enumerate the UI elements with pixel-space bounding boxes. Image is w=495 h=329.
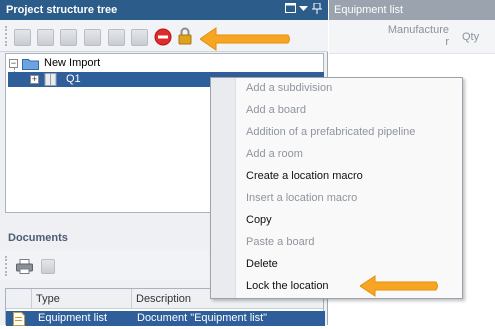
toolbar-grip	[5, 26, 7, 46]
menu-item-paste-board[interactable]: Paste a board	[237, 232, 462, 254]
paste-icon[interactable]	[131, 29, 148, 46]
pin-icon[interactable]	[312, 2, 322, 18]
context-menu: Add a subdivision Add a board Addition o…	[210, 77, 463, 299]
restore-icon[interactable]	[285, 3, 296, 17]
equipment-panel-title: Equipment list	[334, 4, 404, 16]
toolbar-grip	[5, 256, 7, 276]
column-header-qty[interactable]: Qty	[462, 31, 479, 43]
add-node-icon[interactable]	[14, 29, 31, 46]
dropdown-icon[interactable]	[299, 3, 308, 17]
add-sibling-icon[interactable]	[60, 29, 77, 46]
equipment-column-headers: Manufacture r Qty	[329, 20, 495, 54]
copy-icon[interactable]	[108, 29, 125, 46]
table-row[interactable]: Equipment list Document "Equipment list"	[6, 311, 325, 326]
arrow-annotation-menu	[359, 274, 440, 298]
cell-type: Equipment list	[38, 312, 108, 324]
collapse-icon[interactable]: −	[9, 59, 18, 68]
menu-item-insert-location-macro[interactable]: Insert a location macro	[237, 188, 462, 210]
tree-node-new-import[interactable]: − New Import	[8, 56, 308, 71]
menu-item-copy[interactable]: Copy	[237, 210, 462, 232]
menu-item-add-room[interactable]: Add a room	[237, 144, 462, 166]
menu-item-delete[interactable]: Delete	[237, 254, 462, 276]
column-header-manufacturer[interactable]: Manufacture r	[375, 24, 449, 48]
column-header-type[interactable]: Type	[32, 289, 132, 309]
lock-icon[interactable]	[178, 27, 192, 48]
arrow-annotation-toolbar	[199, 26, 292, 52]
print-icon[interactable]	[16, 259, 33, 277]
document-type-icon	[13, 312, 25, 329]
tree-panel-header: Project structure tree	[0, 0, 328, 20]
menu-item-add-board[interactable]: Add a board	[237, 100, 462, 122]
tree-node-label: New Import	[44, 57, 101, 69]
menu-item-add-prefabricated-pipeline[interactable]: Addition of a prefabricated pipeline	[237, 122, 462, 144]
documents-title: Documents	[8, 232, 68, 244]
equipment-panel-header: Equipment list	[329, 0, 495, 20]
document-icon[interactable]	[41, 259, 55, 274]
folder-icon	[22, 57, 39, 73]
menu-icon-gutter	[211, 78, 236, 298]
cell-description: Document "Equipment list"	[137, 312, 268, 324]
menu-item-create-location-macro[interactable]: Create a location macro	[237, 166, 462, 188]
menu-item-add-subdivision[interactable]: Add a subdivision	[237, 78, 462, 100]
table-corner	[6, 289, 32, 309]
delete-icon[interactable]	[154, 28, 172, 49]
board-icon[interactable]	[84, 29, 101, 46]
add-child-icon[interactable]	[37, 29, 54, 46]
location-icon	[44, 73, 58, 89]
expand-icon[interactable]: +	[30, 75, 39, 84]
tree-panel-title: Project structure tree	[6, 4, 118, 16]
tree-node-label: Q1	[66, 73, 81, 85]
